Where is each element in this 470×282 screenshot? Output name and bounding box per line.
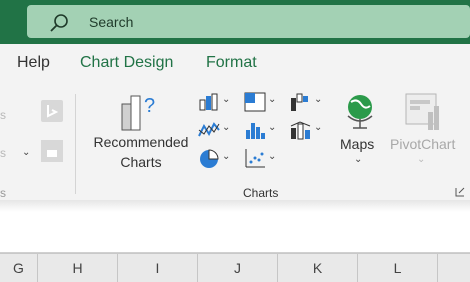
ribbon-shadow — [0, 200, 470, 212]
column-header-m[interactable] — [438, 254, 470, 282]
column-chart-icon[interactable] — [198, 92, 220, 112]
add-in-icon — [41, 140, 63, 162]
column-header-j[interactable]: J — [198, 254, 278, 282]
maps-label: Maps — [340, 136, 375, 152]
chevron-down-icon[interactable]: ⌄ — [417, 154, 425, 165]
hierarchy-chart-icon[interactable] — [244, 92, 266, 112]
chevron-down-icon[interactable]: ⌄ — [22, 147, 30, 158]
chevron-down-icon[interactable]: ⌄ — [268, 94, 276, 105]
combo-chart-icon[interactable] — [290, 120, 312, 140]
recommended-charts-label-2: Charts — [120, 154, 162, 170]
group-separator — [75, 94, 76, 194]
recommended-charts-icon: ? — [121, 95, 155, 131]
ribbon-tabs: Help Chart Design Format — [0, 44, 470, 82]
search-placeholder: Search — [89, 14, 134, 30]
ghost-text-fragment: s — [0, 108, 6, 122]
chevron-down-icon[interactable]: ⌄ — [222, 151, 230, 162]
column-header-g[interactable]: G — [0, 254, 38, 282]
dialog-launcher-icon[interactable] — [455, 187, 465, 197]
chevron-down-icon[interactable]: ⌄ — [222, 94, 230, 105]
bing-icon — [41, 100, 63, 122]
chevron-down-icon[interactable]: ⌄ — [354, 154, 362, 165]
pivotchart-label: PivotChart — [390, 136, 456, 152]
column-header-l[interactable]: L — [358, 254, 438, 282]
chevron-down-icon[interactable]: ⌄ — [314, 122, 322, 133]
chevron-down-icon[interactable]: ⌄ — [314, 94, 322, 105]
chevron-down-icon[interactable]: ⌄ — [222, 122, 230, 133]
search-icon — [50, 14, 68, 32]
ribbon: s s ⌄ ? Recommended Charts ⌄ ⌄ ⌄ ⌄ ⌄ ⌄ ⌄… — [0, 82, 470, 206]
ghost-group-label: s — [0, 186, 6, 200]
column-header-i[interactable]: I — [118, 254, 198, 282]
line-chart-icon[interactable] — [198, 120, 220, 140]
waterfall-chart-icon[interactable] — [290, 92, 312, 112]
tab-chart-design[interactable]: Chart Design — [80, 54, 173, 72]
pivotchart-icon — [405, 93, 439, 130]
column-header-k[interactable]: K — [278, 254, 358, 282]
column-header-row: G H I J K L — [0, 253, 470, 282]
title-bar: Search — [0, 0, 470, 44]
recommended-charts-button[interactable]: ? Recommended Charts — [88, 90, 194, 176]
scatter-chart-icon[interactable] — [244, 148, 266, 168]
recommended-charts-label-1: Recommended — [93, 134, 189, 150]
statistic-chart-icon[interactable] — [244, 120, 266, 140]
formula-bar-area[interactable] — [0, 212, 470, 252]
svg-text:?: ? — [144, 95, 155, 117]
globe-icon — [347, 95, 373, 129]
pie-chart-icon[interactable] — [198, 148, 220, 170]
tab-help[interactable]: Help — [17, 54, 50, 72]
charts-group-label: Charts — [243, 186, 279, 200]
chevron-down-icon[interactable]: ⌄ — [268, 151, 276, 162]
tab-format[interactable]: Format — [206, 54, 257, 72]
ghost-text-fragment-2: s — [0, 146, 6, 160]
search-box[interactable]: Search — [27, 5, 470, 38]
column-header-h[interactable]: H — [38, 254, 118, 282]
chevron-down-icon[interactable]: ⌄ — [268, 122, 276, 133]
